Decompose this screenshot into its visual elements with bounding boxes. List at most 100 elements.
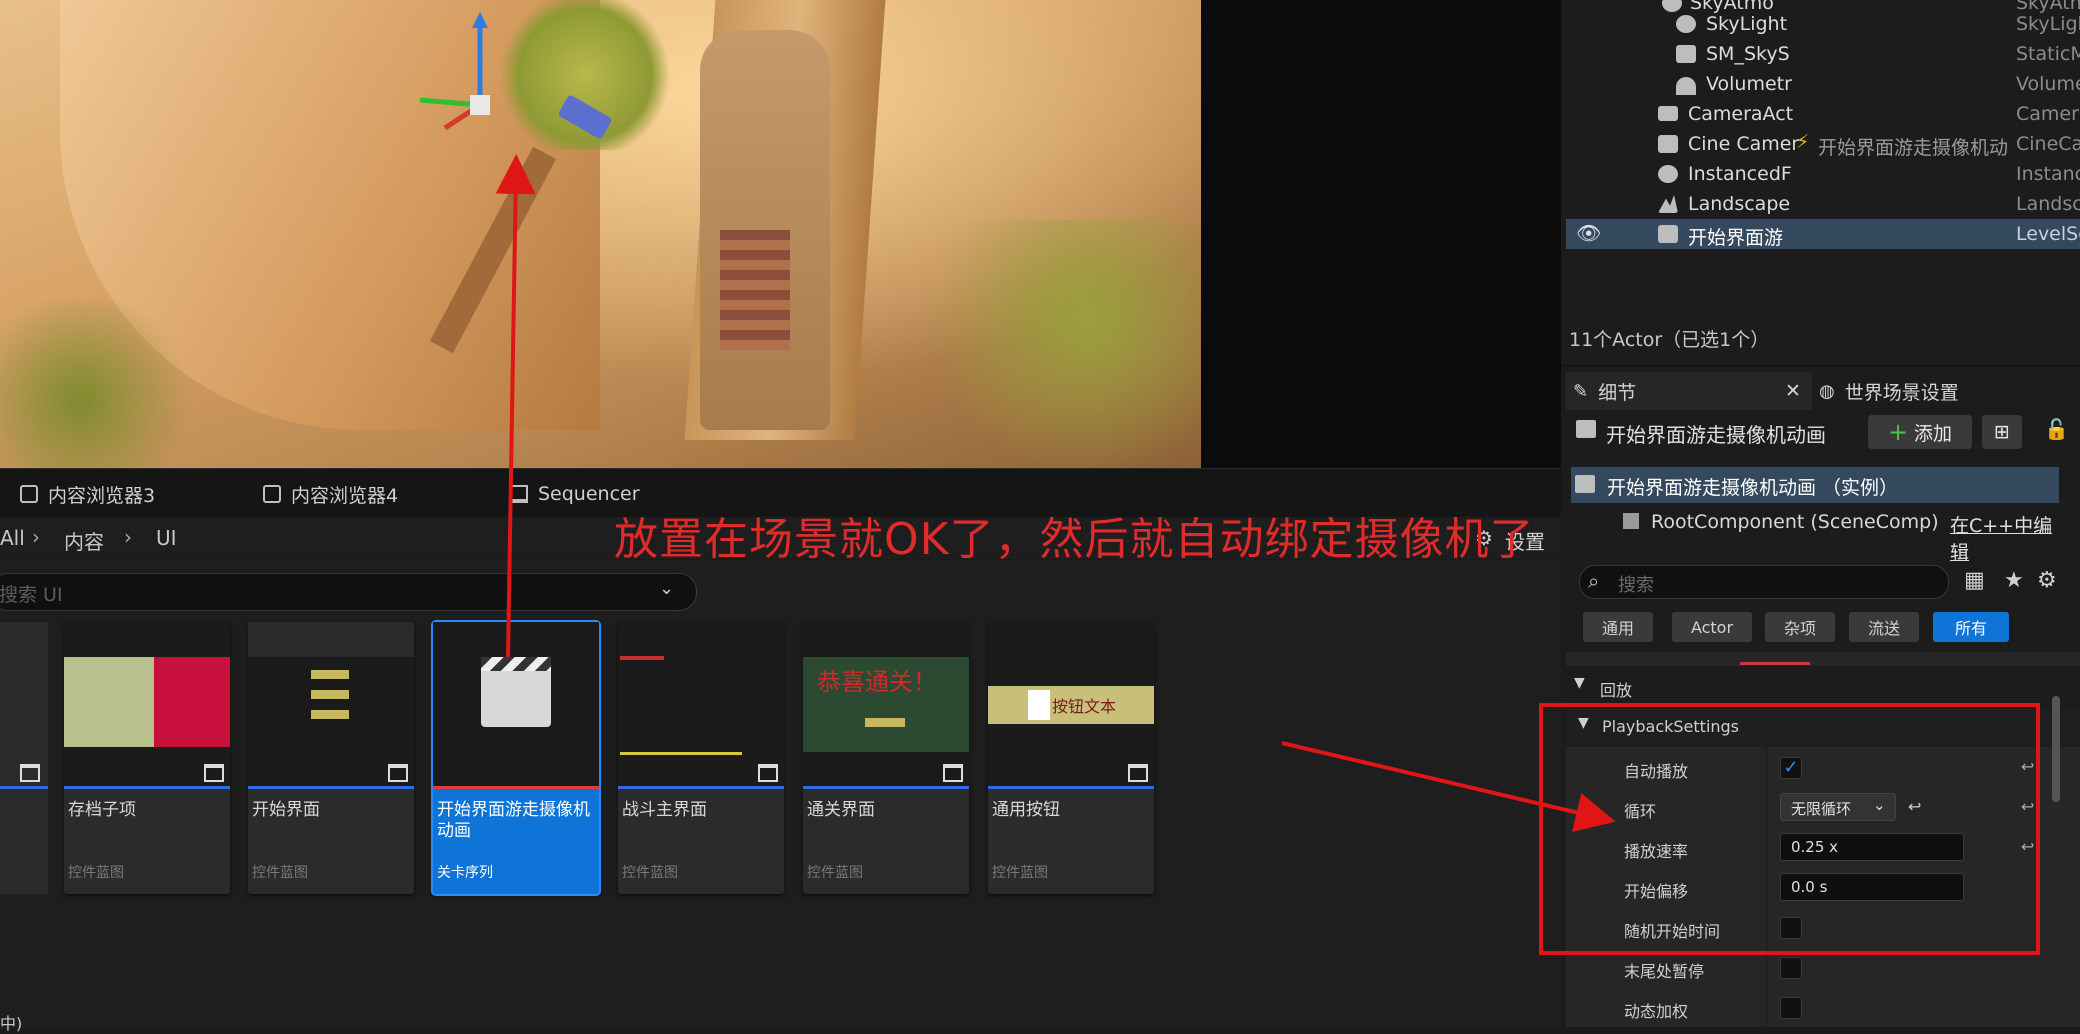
- outliner-name: 开始界面游: [1688, 227, 1784, 249]
- outliner-status: 11个Actor（已选1个）: [1561, 318, 2080, 356]
- tab-world-settings[interactable]: ◍ 世界场景设置: [1819, 374, 1959, 408]
- outliner-row[interactable]: Volumetr Volume: [1566, 69, 2080, 99]
- prop-dynamic-weighting: 动态加权: [1566, 987, 2080, 1028]
- outliner-type: StaticM: [2016, 43, 2080, 65]
- widget-blueprint-icon: [20, 764, 40, 782]
- cine-camera-icon: [1658, 135, 1678, 153]
- transform-gizmo[interactable]: [400, 10, 520, 140]
- thumb-button-text: 按钮文本: [1052, 697, 1117, 716]
- asset-thumbnail: [433, 622, 599, 787]
- asset-search-input[interactable]: 搜索 UI ⌄: [0, 573, 697, 611]
- tab-details[interactable]: ✎ 细节: [1573, 374, 1636, 408]
- outliner-row[interactable]: InstancedF Instanc: [1566, 159, 2080, 189]
- clipped-row: [1566, 652, 2080, 666]
- table-view-icon[interactable]: ▦: [1964, 568, 1985, 593]
- asset-card[interactable]: 开始界面 控件蓝图: [248, 622, 414, 894]
- landscape-icon: [1658, 195, 1678, 213]
- breadcrumb-content[interactable]: 内容: [64, 526, 104, 555]
- star-icon[interactable]: ★: [2004, 568, 2024, 593]
- asset-card[interactable]: 存档子项 控件蓝图: [64, 622, 230, 894]
- bush: [920, 220, 1200, 468]
- card-bar: [433, 786, 599, 789]
- filter-general[interactable]: 通用: [1583, 612, 1653, 642]
- asset-name: 通用按钮: [992, 800, 1060, 820]
- tab-content-browser-4[interactable]: 内容浏览器4: [263, 477, 398, 511]
- asset-card[interactable]: 按钮文本 通用按钮 控件蓝图: [988, 622, 1154, 894]
- filter-misc[interactable]: 杂项: [1765, 612, 1835, 642]
- sky-light-icon: [1676, 15, 1696, 33]
- chevron-down-icon[interactable]: ⌄: [659, 578, 674, 599]
- asset-type: 关卡序列: [437, 865, 493, 881]
- world-outliner: SkyAtmo SkyAtm SkyLight SkyLigh SM_SkyS …: [1561, 0, 2080, 365]
- asset-card[interactable]: 战斗主界面 控件蓝图: [618, 622, 784, 894]
- edit-in-cpp-link[interactable]: 在C++中编辑: [1950, 511, 2059, 565]
- actor-count: 11个Actor（已选1个）: [1569, 329, 1770, 351]
- component-instance-row[interactable]: 开始界面游走摄像机动画 （实例）: [1571, 467, 2059, 503]
- asset-card-partial[interactable]: [0, 622, 48, 894]
- widget-blueprint-icon: [758, 764, 778, 782]
- chevron-right-icon: ›: [124, 525, 132, 549]
- tab-content-browser-3[interactable]: 内容浏览器3: [20, 477, 155, 511]
- gear-icon[interactable]: ⚙: [2037, 568, 2057, 593]
- widget-blueprint-icon: [388, 764, 408, 782]
- outliner-type: Camera: [2016, 103, 2080, 125]
- triangle-down-icon: ▼: [1574, 675, 1585, 691]
- add-label: 添加: [1914, 422, 1953, 445]
- thumb-panel: [64, 657, 154, 747]
- asset-thumbnail: 恭喜通关！: [803, 622, 969, 787]
- outliner-row[interactable]: SkyLight SkyLigh: [1566, 9, 2080, 39]
- breadcrumb-ui[interactable]: UI: [156, 526, 177, 550]
- card-bar: [618, 786, 784, 789]
- asset-type: 控件蓝图: [807, 865, 863, 881]
- tab-label: 内容浏览器4: [291, 484, 399, 507]
- section-playback[interactable]: ▼ 回放: [1566, 668, 2080, 706]
- asset-type: 控件蓝图: [992, 865, 1048, 881]
- card-bar: [248, 786, 414, 789]
- outliner-name: Landscape: [1688, 193, 1791, 215]
- dynamic-weighting-checkbox[interactable]: [1780, 997, 1802, 1019]
- eye-icon[interactable]: 👁: [1576, 221, 1601, 245]
- thumb-button: [311, 690, 349, 699]
- search-icon: ⌕: [1588, 569, 1600, 593]
- asset-card-selected[interactable]: 开始界面游走摄像机动画 关卡序列: [431, 620, 601, 896]
- outliner-row[interactable]: CameraAct Camera: [1566, 99, 2080, 129]
- thumb-progress-bar: [620, 752, 742, 755]
- add-component-button[interactable]: + 添加: [1868, 415, 1972, 449]
- instanced-foliage-icon: [1658, 165, 1678, 183]
- asset-name: 存档子项: [68, 800, 136, 820]
- thumb-button: [311, 710, 349, 719]
- camera-icon: [1658, 106, 1678, 121]
- tab-label: 内容浏览器3: [48, 484, 156, 507]
- blueprint-button[interactable]: ⊞: [1982, 415, 2022, 449]
- lock-icon[interactable]: 🔓: [2044, 417, 2069, 441]
- globe-icon: ◍: [1819, 380, 1835, 402]
- tab-label: 世界场景设置: [1844, 381, 1959, 404]
- root-component-label: RootComponent (SceneComp): [1651, 511, 1939, 533]
- prop-label: 末尾处暂停: [1624, 962, 1705, 981]
- static-mesh-icon: [1676, 45, 1696, 63]
- bush: [0, 300, 200, 468]
- outliner-type: SkyLigh: [2016, 13, 2080, 35]
- outliner-row[interactable]: Cine Camer ⚡ 开始界面游走摄像机动 CineCa: [1566, 129, 2080, 159]
- actor-header: 开始界面游走摄像机动画 + 添加 ⊞ 🔓: [1566, 412, 2080, 452]
- outliner-row[interactable]: SM_SkyS StaticM: [1566, 39, 2080, 69]
- clipped-bar: [1740, 662, 1810, 665]
- root-component-row[interactable]: RootComponent (SceneComp) 在C++中编辑: [1571, 505, 2059, 564]
- outliner-row[interactable]: Landscape Landsc: [1566, 189, 2080, 219]
- details-scrollbar[interactable]: [2052, 696, 2060, 802]
- filter-streaming[interactable]: 流送: [1849, 612, 1919, 642]
- plus-icon: +: [1887, 418, 1909, 446]
- filter-all[interactable]: 所有: [1933, 612, 2009, 642]
- thumb-button: [311, 670, 349, 679]
- asset-card[interactable]: 恭喜通关！ 通关界面 控件蓝图: [803, 622, 969, 894]
- pause-at-end-checkbox[interactable]: [1780, 957, 1802, 979]
- volumetric-cloud-icon: [1676, 77, 1696, 95]
- close-icon[interactable]: ✕: [1785, 374, 1801, 408]
- details-search-input[interactable]: ⌕ 搜索: [1579, 565, 1949, 599]
- outliner-row-selected[interactable]: 👁 开始界面游 LevelSe: [1566, 219, 2080, 249]
- asset-type: 控件蓝图: [68, 865, 124, 881]
- level-viewport[interactable]: [0, 0, 1201, 468]
- breadcrumb-all[interactable]: All: [0, 526, 25, 550]
- filter-actor[interactable]: Actor: [1672, 612, 1752, 642]
- tab-label: 细节: [1598, 381, 1637, 404]
